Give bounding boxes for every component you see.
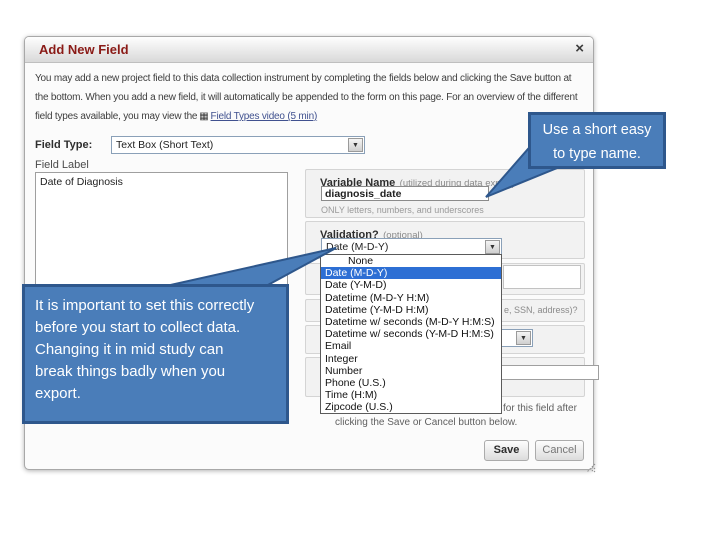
help-text-line2: clicking the Save or Cancel button below… bbox=[335, 417, 518, 428]
validation-option[interactable]: Time (H:M) bbox=[321, 389, 501, 401]
validation-option[interactable]: Number bbox=[321, 365, 501, 377]
field-type-label: Field Type: bbox=[35, 139, 93, 151]
variable-name-section: Variable Name (utilized during data expo… bbox=[305, 169, 585, 218]
field-type-value: Text Box (Short Text) bbox=[116, 139, 214, 151]
field-label-caption: Field Label bbox=[35, 159, 89, 171]
variable-name-callout: Use a short easy to type name. bbox=[528, 112, 666, 169]
validation-option[interactable]: Datetime (M-D-Y H:M) bbox=[321, 292, 501, 304]
page: Add New Field × You may add a new projec… bbox=[0, 0, 720, 540]
description-line: You may add a new project field to this … bbox=[35, 73, 572, 84]
description-line3-prefix: field types available, you may view the bbox=[35, 111, 198, 122]
hidden-input-fragment bbox=[503, 265, 581, 289]
chevron-down-icon[interactable]: ▼ bbox=[485, 240, 500, 254]
chevron-down-icon[interactable]: ▼ bbox=[348, 138, 363, 152]
callout-line: export. bbox=[35, 385, 81, 402]
resize-handle-icon[interactable] bbox=[584, 461, 597, 474]
validation-option-selected[interactable]: Date (M-D-Y) bbox=[321, 267, 501, 280]
field-type-select[interactable]: Text Box (Short Text) ▼ bbox=[111, 136, 365, 154]
film-icon: ▦ bbox=[199, 111, 209, 122]
validation-option[interactable]: Integer bbox=[321, 353, 501, 365]
identifier-text-fragment: e, SSN, address)? bbox=[504, 305, 578, 315]
callout-line: Use a short easy bbox=[542, 122, 652, 138]
description-line: field types available, you may view the ▦… bbox=[35, 107, 587, 126]
description-line: the bottom. When you add a new field, it… bbox=[35, 92, 578, 103]
validation-dropdown-list: None Date (M-D-Y) Date (Y-M-D) Datetime … bbox=[320, 254, 502, 415]
callout-line: break things badly when you bbox=[35, 363, 226, 380]
validation-option[interactable]: Phone (U.S.) bbox=[321, 377, 501, 389]
validation-option[interactable]: None bbox=[321, 255, 501, 267]
save-button[interactable]: Save bbox=[484, 440, 529, 461]
variable-name-input[interactable] bbox=[321, 186, 489, 201]
validation-option[interactable]: Zipcode (U.S.) bbox=[321, 401, 501, 413]
help-text-line1-right: for this field after bbox=[503, 403, 577, 414]
validation-option[interactable]: Email bbox=[321, 340, 501, 352]
validation-callout: It is important to set this correctly be… bbox=[22, 284, 289, 424]
close-icon[interactable]: × bbox=[575, 40, 584, 58]
field-types-video-link[interactable]: Field Types video (5 min) bbox=[211, 111, 318, 122]
callout-line: before you start to collect data. bbox=[35, 319, 241, 336]
validation-option[interactable]: Datetime w/ seconds (M-D-Y H:M:S) bbox=[321, 316, 501, 328]
chevron-down-icon[interactable]: ▼ bbox=[516, 331, 531, 345]
validation-value: Date (M-D-Y) bbox=[326, 241, 389, 253]
variable-name-helper: ONLY letters, numbers, and underscores bbox=[321, 205, 484, 215]
dialog-title: Add New Field bbox=[39, 42, 129, 57]
callout-line: It is important to set this correctly bbox=[35, 297, 255, 314]
validation-option[interactable]: Datetime w/ seconds (Y-M-D H:M:S) bbox=[321, 328, 501, 340]
validation-option[interactable]: Datetime (Y-M-D H:M) bbox=[321, 304, 501, 316]
callout-line: Changing it in mid study can bbox=[35, 341, 224, 358]
callout-line: to type name. bbox=[553, 146, 641, 162]
validation-option[interactable]: Date (Y-M-D) bbox=[321, 279, 501, 291]
dialog-titlebar[interactable]: Add New Field × bbox=[25, 37, 593, 63]
cancel-button[interactable]: Cancel bbox=[535, 440, 584, 461]
dialog-description: You may add a new project field to this … bbox=[35, 69, 587, 126]
